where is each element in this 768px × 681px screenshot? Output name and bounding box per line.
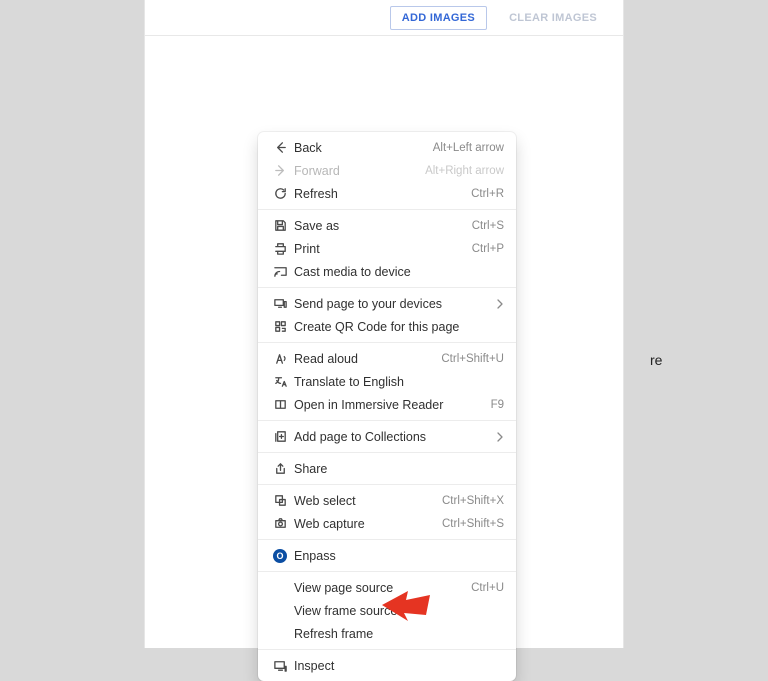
menu-item-label: Send page to your devices <box>290 297 492 311</box>
enpass-icon: O <box>270 549 290 563</box>
menu-item-print[interactable]: PrintCtrl+P <box>258 237 516 260</box>
menu-item-label: Save as <box>290 219 472 233</box>
menu-item-shortcut: Ctrl+R <box>471 188 504 200</box>
menu-item-label: View page source <box>270 581 471 595</box>
page-viewport: ADD IMAGES CLEAR IMAGES re BackAlt+Left … <box>0 0 768 648</box>
chevron-right-icon <box>492 299 504 309</box>
menu-item-label: View frame source <box>270 604 504 618</box>
menu-item-label: Create QR Code for this page <box>290 320 504 334</box>
menu-separator <box>258 649 516 650</box>
menu-separator <box>258 420 516 421</box>
menu-item-label: Web capture <box>290 517 442 531</box>
menu-separator <box>258 539 516 540</box>
menu-item-share[interactable]: Share <box>258 457 516 480</box>
menu-item-inspect[interactable]: Inspect <box>258 654 516 677</box>
menu-item-translate[interactable]: Translate to English <box>258 370 516 393</box>
menu-item-qr[interactable]: Create QR Code for this page <box>258 315 516 338</box>
menu-item-refresh[interactable]: RefreshCtrl+R <box>258 182 516 205</box>
menu-item-shortcut: Ctrl+Shift+U <box>441 353 504 365</box>
menu-item-collections[interactable]: Add page to Collections <box>258 425 516 448</box>
inspect-icon <box>270 658 290 673</box>
menu-separator <box>258 342 516 343</box>
menu-item-forward: ForwardAlt+Right arrow <box>258 159 516 182</box>
menu-item-save-as[interactable]: Save asCtrl+S <box>258 214 516 237</box>
menu-separator <box>258 452 516 453</box>
devices-icon <box>270 296 290 311</box>
add-images-button[interactable]: ADD IMAGES <box>390 6 487 30</box>
menu-item-label: Open in Immersive Reader <box>290 398 491 412</box>
menu-item-label: Read aloud <box>290 352 441 366</box>
menu-item-back[interactable]: BackAlt+Left arrow <box>258 136 516 159</box>
capture-icon <box>270 516 290 531</box>
menu-item-shortcut: Ctrl+Shift+X <box>442 495 504 507</box>
menu-separator <box>258 484 516 485</box>
background-partial-text: re <box>650 352 662 368</box>
menu-item-send[interactable]: Send page to your devices <box>258 292 516 315</box>
menu-item-label: Add page to Collections <box>290 430 492 444</box>
menu-item-label: Share <box>290 462 504 476</box>
menu-item-label: Back <box>290 141 433 155</box>
menu-item-web-capture[interactable]: Web captureCtrl+Shift+S <box>258 512 516 535</box>
webselect-icon <box>270 493 290 508</box>
clear-images-button: CLEAR IMAGES <box>497 6 609 30</box>
menu-item-shortcut: Ctrl+P <box>472 243 504 255</box>
menu-item-read-aloud[interactable]: Read aloudCtrl+Shift+U <box>258 347 516 370</box>
menu-separator <box>258 287 516 288</box>
menu-item-web-select[interactable]: Web selectCtrl+Shift+X <box>258 489 516 512</box>
book-icon <box>270 397 290 412</box>
topbar: ADD IMAGES CLEAR IMAGES <box>145 0 623 36</box>
chevron-right-icon <box>492 432 504 442</box>
menu-separator <box>258 571 516 572</box>
menu-item-immersive[interactable]: Open in Immersive ReaderF9 <box>258 393 516 416</box>
print-icon <box>270 241 290 256</box>
menu-item-label: Translate to English <box>290 375 504 389</box>
menu-item-label: Enpass <box>290 549 504 563</box>
browser-context-menu[interactable]: BackAlt+Left arrowForwardAlt+Right arrow… <box>258 132 516 681</box>
menu-item-shortcut: Alt+Left arrow <box>433 142 504 154</box>
menu-item-shortcut: Ctrl+S <box>472 220 504 232</box>
cast-icon <box>270 264 290 279</box>
arrow-left-icon <box>270 140 290 155</box>
menu-item-label: Forward <box>290 164 425 178</box>
menu-item-label: Print <box>290 242 472 256</box>
menu-item-label: Refresh <box>290 187 471 201</box>
menu-item-shortcut: Alt+Right arrow <box>425 165 504 177</box>
menu-item-view-source[interactable]: View page sourceCtrl+U <box>258 576 516 599</box>
menu-item-label: Web select <box>290 494 442 508</box>
menu-item-enpass[interactable]: OEnpass <box>258 544 516 567</box>
arrow-right-icon <box>270 163 290 178</box>
menu-item-refresh-frame[interactable]: Refresh frame <box>258 622 516 645</box>
menu-item-label: Cast media to device <box>290 265 504 279</box>
refresh-icon <box>270 186 290 201</box>
menu-item-view-frame-source[interactable]: View frame source <box>258 599 516 622</box>
qr-icon <box>270 319 290 334</box>
menu-item-shortcut: Ctrl+U <box>471 582 504 594</box>
menu-item-cast[interactable]: Cast media to device <box>258 260 516 283</box>
menu-item-shortcut: F9 <box>491 399 504 411</box>
collections-icon <box>270 429 290 444</box>
menu-item-label: Refresh frame <box>270 627 504 641</box>
menu-item-label: Inspect <box>290 659 504 673</box>
share-icon <box>270 461 290 476</box>
read-aloud-icon <box>270 351 290 366</box>
save-icon <box>270 218 290 233</box>
menu-item-shortcut: Ctrl+Shift+S <box>442 518 504 530</box>
menu-separator <box>258 209 516 210</box>
translate-icon <box>270 374 290 389</box>
